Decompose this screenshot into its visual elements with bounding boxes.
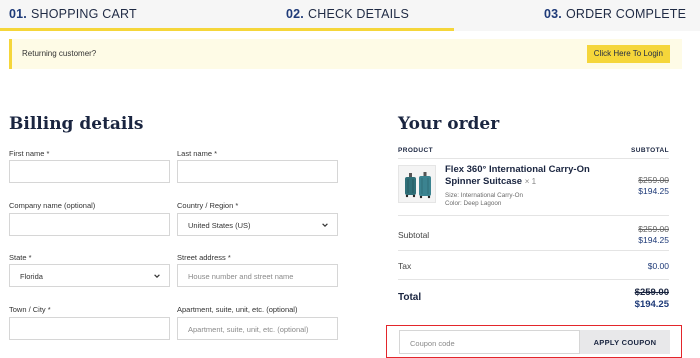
first-name-field[interactable] bbox=[9, 160, 170, 183]
chevron-down-icon bbox=[154, 274, 160, 279]
apartment-label: Apartment, suite, unit, etc. (optional) bbox=[177, 305, 298, 314]
subtotal-column-header: SUBTOTAL bbox=[631, 147, 669, 154]
street-label: Street address * bbox=[177, 253, 231, 262]
subtotal-original: $259.00 bbox=[638, 224, 669, 234]
street-field[interactable]: House number and street name bbox=[177, 264, 338, 287]
notice-text: Returning customer? bbox=[22, 49, 97, 58]
step-progress-bar bbox=[0, 28, 454, 31]
first-name-label: First name * bbox=[9, 149, 50, 158]
product-size: Size: International Carry-On bbox=[445, 192, 524, 199]
checkout-steps: 01. SHOPPING CART 02. CHECK DETAILS 03. ORD… bbox=[0, 0, 700, 31]
product-title: Flex 360° International Carry-On Spinner… bbox=[445, 164, 590, 187]
chevron-down-icon bbox=[322, 223, 328, 228]
step-shopping-cart[interactable]: 01. SHOPPING CART bbox=[9, 7, 137, 21]
order-title: Your order bbox=[398, 114, 500, 134]
divider bbox=[398, 158, 669, 159]
divider bbox=[398, 279, 669, 280]
divider bbox=[398, 215, 669, 216]
product-thumbnail[interactable] bbox=[398, 165, 436, 203]
company-label: Company name (optional) bbox=[9, 201, 96, 210]
item-price-discounted: $194.25 bbox=[638, 186, 669, 196]
step-number: 02. bbox=[286, 7, 304, 21]
apartment-field[interactable]: Apartment, suite, unit, etc. (optional) bbox=[177, 317, 338, 340]
billing-title: Billing details bbox=[9, 114, 144, 134]
divider bbox=[398, 250, 669, 251]
company-field[interactable] bbox=[9, 213, 170, 236]
step-label: ORDER COMPLETE bbox=[565, 7, 687, 21]
coupon-form: Coupon code APPLY COUPON bbox=[386, 325, 682, 358]
suitcase-icon bbox=[405, 172, 431, 199]
city-label: Town / City * bbox=[9, 305, 51, 314]
subtotal-discounted: $194.25 bbox=[638, 235, 669, 245]
total-discounted: $194.25 bbox=[634, 299, 669, 310]
state-select[interactable]: Florida bbox=[9, 264, 170, 287]
step-number: 03. bbox=[544, 7, 562, 21]
step-number: 01. bbox=[9, 7, 27, 21]
state-value: Florida bbox=[20, 272, 43, 281]
product-name[interactable]: Flex 360° International Carry-On Spinner… bbox=[445, 164, 615, 188]
login-button[interactable]: Click Here To Login bbox=[586, 45, 670, 63]
apply-coupon-button[interactable]: APPLY COUPON bbox=[580, 330, 670, 354]
subtotal-label: Subtotal bbox=[398, 230, 430, 240]
product-column-header: PRODUCT bbox=[398, 147, 433, 154]
item-price-original: $259.00 bbox=[638, 175, 669, 185]
step-label: SHOPPING CART bbox=[30, 7, 137, 21]
product-quantity: × 1 bbox=[524, 177, 537, 186]
apartment-placeholder: Apartment, suite, unit, etc. (optional) bbox=[188, 325, 309, 334]
step-check-details[interactable]: 02. CHECK DETAILS bbox=[286, 7, 409, 21]
coupon-placeholder: Coupon code bbox=[410, 339, 455, 348]
street-placeholder: House number and street name bbox=[188, 272, 294, 281]
city-field[interactable] bbox=[9, 317, 170, 340]
returning-customer-notice: Returning customer? Click Here To Login bbox=[9, 39, 682, 69]
country-select[interactable]: United States (US) bbox=[177, 213, 338, 236]
state-label: State * bbox=[9, 253, 32, 262]
last-name-label: Last name * bbox=[177, 149, 218, 158]
last-name-field[interactable] bbox=[177, 160, 338, 183]
country-value: United States (US) bbox=[188, 221, 251, 230]
total-original: $259.00 bbox=[634, 287, 669, 298]
step-order-complete[interactable]: 03. ORDER COMPLETE bbox=[544, 7, 686, 21]
tax-label: Tax bbox=[398, 261, 412, 271]
step-label: CHECK DETAILS bbox=[307, 7, 409, 21]
product-color: Color: Deep Lagoon bbox=[445, 200, 502, 207]
country-label: Country / Region * bbox=[177, 201, 239, 210]
total-label: Total bbox=[398, 292, 422, 303]
tax-value: $0.00 bbox=[647, 261, 669, 271]
coupon-code-input[interactable]: Coupon code bbox=[399, 330, 580, 354]
